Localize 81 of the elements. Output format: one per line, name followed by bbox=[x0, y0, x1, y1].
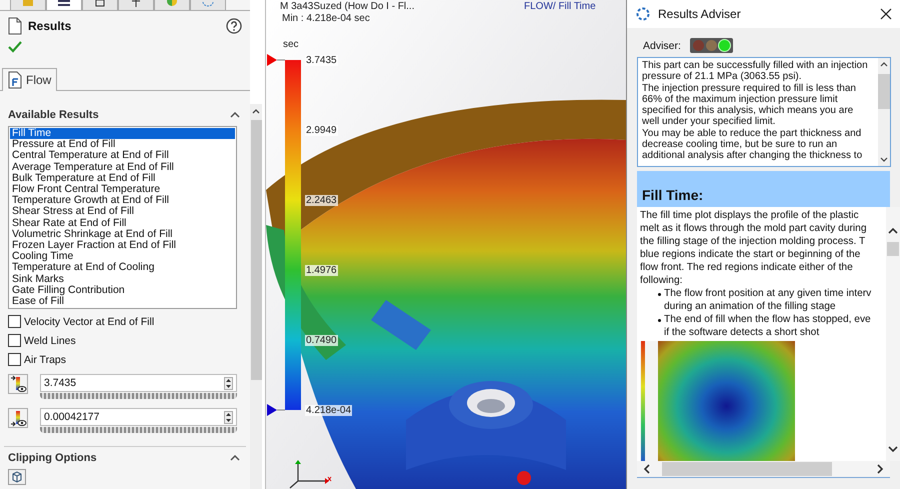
scrollbar[interactable] bbox=[250, 104, 262, 489]
checkbox[interactable] bbox=[8, 353, 21, 366]
list-item[interactable]: Frozen Layer Fraction at End of Fill bbox=[10, 240, 235, 252]
list-item[interactable]: Central Temperature at End of Fill bbox=[10, 150, 235, 162]
list-item[interactable]: Flow Front Central Temperature bbox=[10, 184, 235, 196]
bullet-dot bbox=[658, 293, 661, 296]
bullet-text: The flow front position at any given time interv during an animation of the filling stage bbox=[664, 287, 872, 313]
list-item[interactable]: Fill Time bbox=[10, 128, 235, 140]
panel-title: Results bbox=[28, 19, 72, 33]
cube-icon[interactable] bbox=[8, 469, 26, 485]
close-icon[interactable] bbox=[880, 8, 892, 20]
scrollbar-thumb[interactable] bbox=[878, 74, 890, 109]
legend-eye-icon[interactable] bbox=[8, 408, 28, 428]
legend-value: 4.218e-04 bbox=[305, 405, 352, 416]
adviser-label: Adviser: bbox=[643, 40, 681, 52]
scrollbar[interactable] bbox=[878, 58, 890, 166]
panel-tab[interactable] bbox=[118, 0, 154, 11]
number-field[interactable]: 3.7435 bbox=[40, 374, 237, 392]
panel-tab[interactable] bbox=[46, 0, 82, 11]
adviser-message: This part can be successfully filled with an injection pressure of 21.1 MPa (3063.55 psi). The injection pressure required to fill is less than 66% of the maximum injection pressure limit specified for this analysis, which means you are well under your specified limit. You may be able to reduce the part thickness and decrease cooling time, but be sure to run an additional analysis after changing the thickness to bbox=[641, 59, 869, 164]
axis-triad-icon bbox=[288, 459, 332, 489]
list-item[interactable]: Sink Marks bbox=[10, 274, 235, 285]
section-title: Clipping Options bbox=[8, 452, 97, 464]
list-item[interactable]: Ease of Fill bbox=[10, 296, 235, 308]
scrollbar[interactable] bbox=[886, 207, 900, 461]
list-item[interactable]: Shear Stress at End of Fill bbox=[10, 206, 235, 218]
legend-unit: sec bbox=[283, 39, 299, 50]
help-icon[interactable] bbox=[226, 18, 242, 34]
scroll-left-icon[interactable] bbox=[643, 464, 650, 474]
legend-value: 2.2463 bbox=[305, 195, 338, 206]
ok-check-icon[interactable] bbox=[8, 41, 22, 53]
help-paragraph: The fill time plot displays the profile of the plastic melt as it flows through the mold part cavity during the filling stage of the injection molding process. T blue regions indicate the start or beginning of the flow front. The red regions indicate either of the following: bbox=[640, 209, 868, 287]
scrollbar[interactable] bbox=[637, 461, 890, 478]
bullet-dot bbox=[658, 319, 661, 322]
value-slider[interactable] bbox=[40, 427, 237, 434]
list-item[interactable]: Gate Filling Contribution bbox=[10, 284, 235, 296]
value-slider[interactable] bbox=[40, 393, 237, 400]
legend-value: 2.9949 bbox=[305, 125, 338, 136]
list-item[interactable]: Temperature at End of Cooling bbox=[10, 262, 235, 274]
list-item[interactable]: Volumetric Shrinkage at End of Fill bbox=[10, 228, 235, 240]
checkbox-label: Velocity Vector at End of Fill bbox=[24, 316, 154, 328]
scroll-up-icon[interactable] bbox=[252, 109, 260, 114]
list-item[interactable]: Cooling Time bbox=[10, 251, 235, 262]
scrollbar-thumb[interactable] bbox=[250, 120, 262, 380]
section-title: Available Results bbox=[8, 109, 99, 122]
scroll-down-icon[interactable] bbox=[888, 446, 898, 453]
spin-arrows-icon[interactable] bbox=[224, 376, 233, 390]
legend-value: 3.7435 bbox=[305, 55, 338, 66]
collapse-caret-icon[interactable] bbox=[230, 454, 240, 461]
scroll-up-icon[interactable] bbox=[888, 227, 898, 234]
list-item[interactable]: Pressure at End of Fill bbox=[10, 139, 235, 150]
spin-arrows-icon[interactable] bbox=[224, 410, 233, 424]
checkbox-label: Weld Lines bbox=[24, 334, 76, 347]
checkbox[interactable] bbox=[8, 334, 21, 348]
plot-title: FLOW/ Fill Time bbox=[524, 1, 596, 12]
document-icon bbox=[8, 71, 22, 89]
panel-tab[interactable] bbox=[82, 0, 118, 11]
checkbox-label: Air Traps bbox=[24, 354, 66, 366]
min-value-label: Min : 4.218e-04 sec bbox=[282, 13, 370, 24]
document-icon bbox=[8, 17, 22, 35]
flow-tab[interactable]: Flow bbox=[2, 68, 58, 91]
scroll-right-icon[interactable] bbox=[877, 464, 884, 474]
section-heading: Fill Time: bbox=[642, 187, 704, 203]
scrollbar-thumb[interactable] bbox=[662, 462, 832, 476]
legend-value: 1.4976 bbox=[305, 265, 338, 276]
collapse-caret-icon[interactable] bbox=[230, 112, 240, 118]
scroll-down-icon[interactable] bbox=[880, 157, 888, 162]
model-name: M 3a43Suzed (How Do I - Fl... bbox=[280, 1, 414, 12]
scrollbar-thumb[interactable] bbox=[887, 242, 899, 256]
scroll-up-icon[interactable] bbox=[880, 62, 888, 67]
list-item[interactable]: Temperature Growth at End of Fill bbox=[10, 195, 235, 206]
list-item[interactable]: Shear Rate at End of Fill bbox=[10, 218, 235, 229]
legend-value: 0.7490 bbox=[305, 335, 338, 346]
checkbox[interactable] bbox=[8, 315, 21, 328]
legend-eye-icon[interactable] bbox=[8, 374, 28, 394]
bullet-text: The end of fill when the flow has stopped, eve if the software detects a short shot bbox=[664, 313, 871, 339]
adviser-icon bbox=[635, 6, 651, 22]
list-item[interactable]: Bulk Temperature at End of Fill bbox=[10, 172, 235, 184]
list-item[interactable]: Average Temperature at End of Fill bbox=[10, 162, 235, 173]
number-field[interactable]: 0.00042177 bbox=[40, 408, 237, 426]
window-title: Results Adviser bbox=[658, 7, 742, 21]
